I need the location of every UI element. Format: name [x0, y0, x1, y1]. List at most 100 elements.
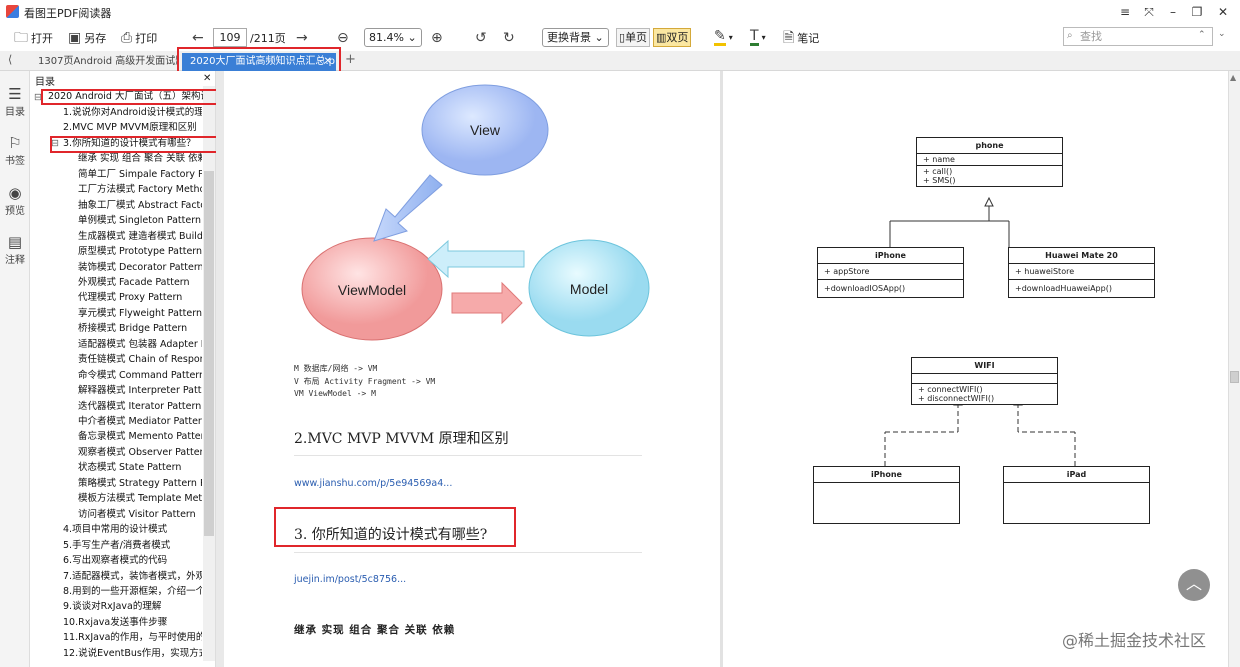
print-button[interactable]: ⎙ 打印 [121, 28, 157, 47]
view-label: View [470, 122, 501, 138]
zoom-in-icon: ⊕ [431, 29, 443, 46]
page-total: /211页 [250, 31, 286, 45]
toc-header: 目录 [35, 77, 55, 88]
highlight-box-toc-item3 [50, 136, 222, 153]
scroll-to-top-button[interactable]: ︿ [1178, 569, 1210, 601]
toc-item[interactable]: 装饰模式 Decorator Pattern [78, 260, 202, 275]
link-jianshu[interactable]: www.jianshu.com/p/5e94569a4... [294, 478, 452, 489]
toc-item[interactable]: 命令模式 Command Pattern [78, 368, 202, 383]
toc-item[interactable]: 继承 实现 组合 聚合 关联 依赖 [78, 151, 202, 166]
toc-item[interactable]: 状态模式 State Pattern [78, 460, 202, 475]
toc-panel-button[interactable]: ☰ 目录 [0, 85, 30, 119]
toc-item[interactable]: 4.项目中常用的设计模式 [63, 522, 202, 537]
maximize-button[interactable]: ❐ [1186, 4, 1208, 20]
zoom-out-button[interactable]: ⊖ [337, 28, 349, 47]
toc-item[interactable]: 单例模式 Singleton Pattern [78, 213, 202, 228]
toc-item[interactable]: 策略模式 Strategy Pattern Po [78, 476, 202, 491]
toc-item[interactable]: 工厂方法模式 Factory Metho [78, 182, 202, 197]
search-icon: ⌕ [1067, 30, 1073, 41]
annotation-panel-button[interactable]: ▤ 注释 [0, 235, 30, 267]
close-window-button[interactable]: ✕ [1212, 4, 1234, 20]
page-number-input[interactable]: 109 [213, 28, 247, 47]
double-page-button[interactable]: ▥双页 [653, 28, 692, 47]
toc-item[interactable]: 11.RxJava的作用，与平时使用的 [63, 630, 202, 645]
eye-icon: ◉ [8, 184, 22, 202]
uml-class-iphone: iPhone + appStore +downloadIOSApp() [817, 247, 964, 298]
page-nav: 109 /211页 [213, 28, 286, 47]
uml-class-phone: phone + name + call() + SMS() [916, 137, 1063, 187]
rotate-left-button[interactable]: ↺ [475, 28, 487, 47]
toc-item[interactable]: 简单工厂 Simpale Factory Pa [78, 167, 202, 182]
close-icon[interactable]: ✕ [203, 73, 211, 84]
title-bar: 看图王PDF阅读器 ≡ ⤧ – ❐ ✕ [0, 0, 1240, 24]
save-icon: ▣ [68, 29, 82, 46]
uml-class-huawei: Huawei Mate 20 + huaweiStore +downloadHu… [1008, 247, 1155, 298]
list-icon: ☰ [8, 85, 22, 103]
chevron-down-icon: ▾ [761, 33, 766, 42]
search-input[interactable]: 查找 [1063, 27, 1213, 46]
arrow-left-icon: ← [192, 29, 204, 46]
zoom-select[interactable]: 81.4% ⌄ [364, 28, 422, 47]
search-next-icon[interactable]: ⌄ [1218, 29, 1226, 39]
toc-item[interactable]: 原型模式 Prototype Pattern [78, 244, 202, 259]
fullscreen-icon[interactable]: ⤧ [1138, 4, 1160, 20]
zoom-out-icon: ⊖ [337, 29, 349, 46]
bookmark-icon: ⚐ [8, 134, 22, 152]
toc-item[interactable]: 中介者模式 Mediator Pattern [78, 414, 202, 429]
preview-panel-button[interactable]: ◉ 预览 [0, 184, 30, 218]
new-tab-icon[interactable]: + [345, 52, 356, 67]
toc-item[interactable]: 代理模式 Proxy Pattern [78, 290, 202, 305]
next-page-button[interactable]: → [296, 28, 308, 47]
highlight-box-toc-root [41, 89, 222, 105]
toc-item[interactable]: 解释器模式 Interpreter Patte [78, 383, 202, 398]
toc-item[interactable]: 模板方法模式 Template Meth [78, 491, 202, 506]
open-button[interactable]: 🗀 打开 [14, 28, 53, 47]
menu-icon[interactable]: ≡ [1114, 4, 1136, 20]
toc-item[interactable]: 10.Rxjava发送事件步骤 [63, 615, 202, 630]
watermark: @稀土掘金技术社区 [1062, 631, 1207, 650]
rotate-left-icon: ↺ [475, 29, 487, 46]
toc-item[interactable]: 访问者模式 Visitor Pattern [78, 507, 202, 522]
search-prev-icon[interactable]: ⌃ [1198, 30, 1206, 40]
scrollbar-thumb[interactable] [1230, 371, 1239, 383]
save-as-button[interactable]: ▣ 另存 [68, 28, 106, 47]
prev-page-button[interactable]: ← [192, 28, 204, 47]
toc-item[interactable]: 7.适配器模式，装饰者模式，外观 [63, 569, 202, 584]
pdf-page-right: phone + name + call() + SMS() iPhone + ap… [723, 71, 1228, 667]
zoom-in-button[interactable]: ⊕ [431, 28, 443, 47]
toc-scrollbar-thumb[interactable] [204, 171, 214, 536]
rotate-right-button[interactable]: ↻ [503, 28, 515, 47]
toc-panel: 目录 ✕ ⊟ 2020 Android 大厂面试（五）架构设 1.说说你对And… [31, 71, 216, 667]
collapse-sidebar-icon[interactable]: ⟨ [8, 53, 12, 66]
toc-item[interactable]: 观察者模式 Observer Pattern [78, 445, 202, 460]
toc-item[interactable]: 迭代器模式 Iterator Pattern [78, 399, 202, 414]
toc-item[interactable]: 享元模式 Flyweight Pattern [78, 306, 202, 321]
toc-item[interactable]: 1.说说你对Android设计模式的理 [63, 105, 202, 120]
toc-item[interactable]: 桥接模式 Bridge Pattern [78, 321, 202, 336]
chevron-down-icon: ▾ [728, 33, 733, 42]
notes-button[interactable]: 🗎 笔记 [783, 28, 819, 47]
bookmark-panel-button[interactable]: ⚐ 书签 [0, 134, 30, 168]
single-page-button[interactable]: ▯单页 [616, 28, 651, 47]
minimize-button[interactable]: – [1162, 4, 1184, 20]
tab-android-interview[interactable]: 1307页Android 高级开发面试题 [30, 53, 178, 71]
toc-item[interactable]: 12.说说EventBus作用，实现方式 [63, 646, 202, 661]
toc-item[interactable]: 6.写出观察者模式的代码 [63, 553, 202, 568]
scroll-up-icon[interactable]: ▲ [1230, 73, 1236, 82]
toc-item[interactable]: 备忘录模式 Memento Pattern [78, 429, 202, 444]
toc-item[interactable]: 8.用到的一些开源框架，介绍一个 [63, 584, 202, 599]
toc-item[interactable]: 9.谈谈对RxJava的理解 [63, 599, 202, 614]
main-scrollbar[interactable]: ▲ [1228, 71, 1240, 667]
highlight-box-tab [177, 47, 341, 73]
toc-item[interactable]: 2.MVC MVP MVVM原理和区别 [63, 120, 202, 135]
text-color-button[interactable]: T ▾ [750, 28, 766, 47]
toc-item[interactable]: 生成器模式 建造者模式 Builde [78, 229, 202, 244]
toc-item[interactable]: 抽象工厂模式 Abstract Facto [78, 198, 202, 213]
highlight-button[interactable]: ✎ ▾ [714, 28, 733, 47]
toc-item[interactable]: 5.手写生产者/消费者模式 [63, 538, 202, 553]
toc-item[interactable]: 外观模式 Facade Pattern [78, 275, 202, 290]
link-juejin[interactable]: juejin.im/post/5c8756... [294, 574, 406, 585]
toc-item[interactable]: 责任链模式 Chain of Respon [78, 352, 202, 367]
background-select[interactable]: 更换背景 ⌄ [542, 28, 609, 47]
toc-item[interactable]: 适配器模式 包装器 Adapter P [78, 337, 202, 352]
